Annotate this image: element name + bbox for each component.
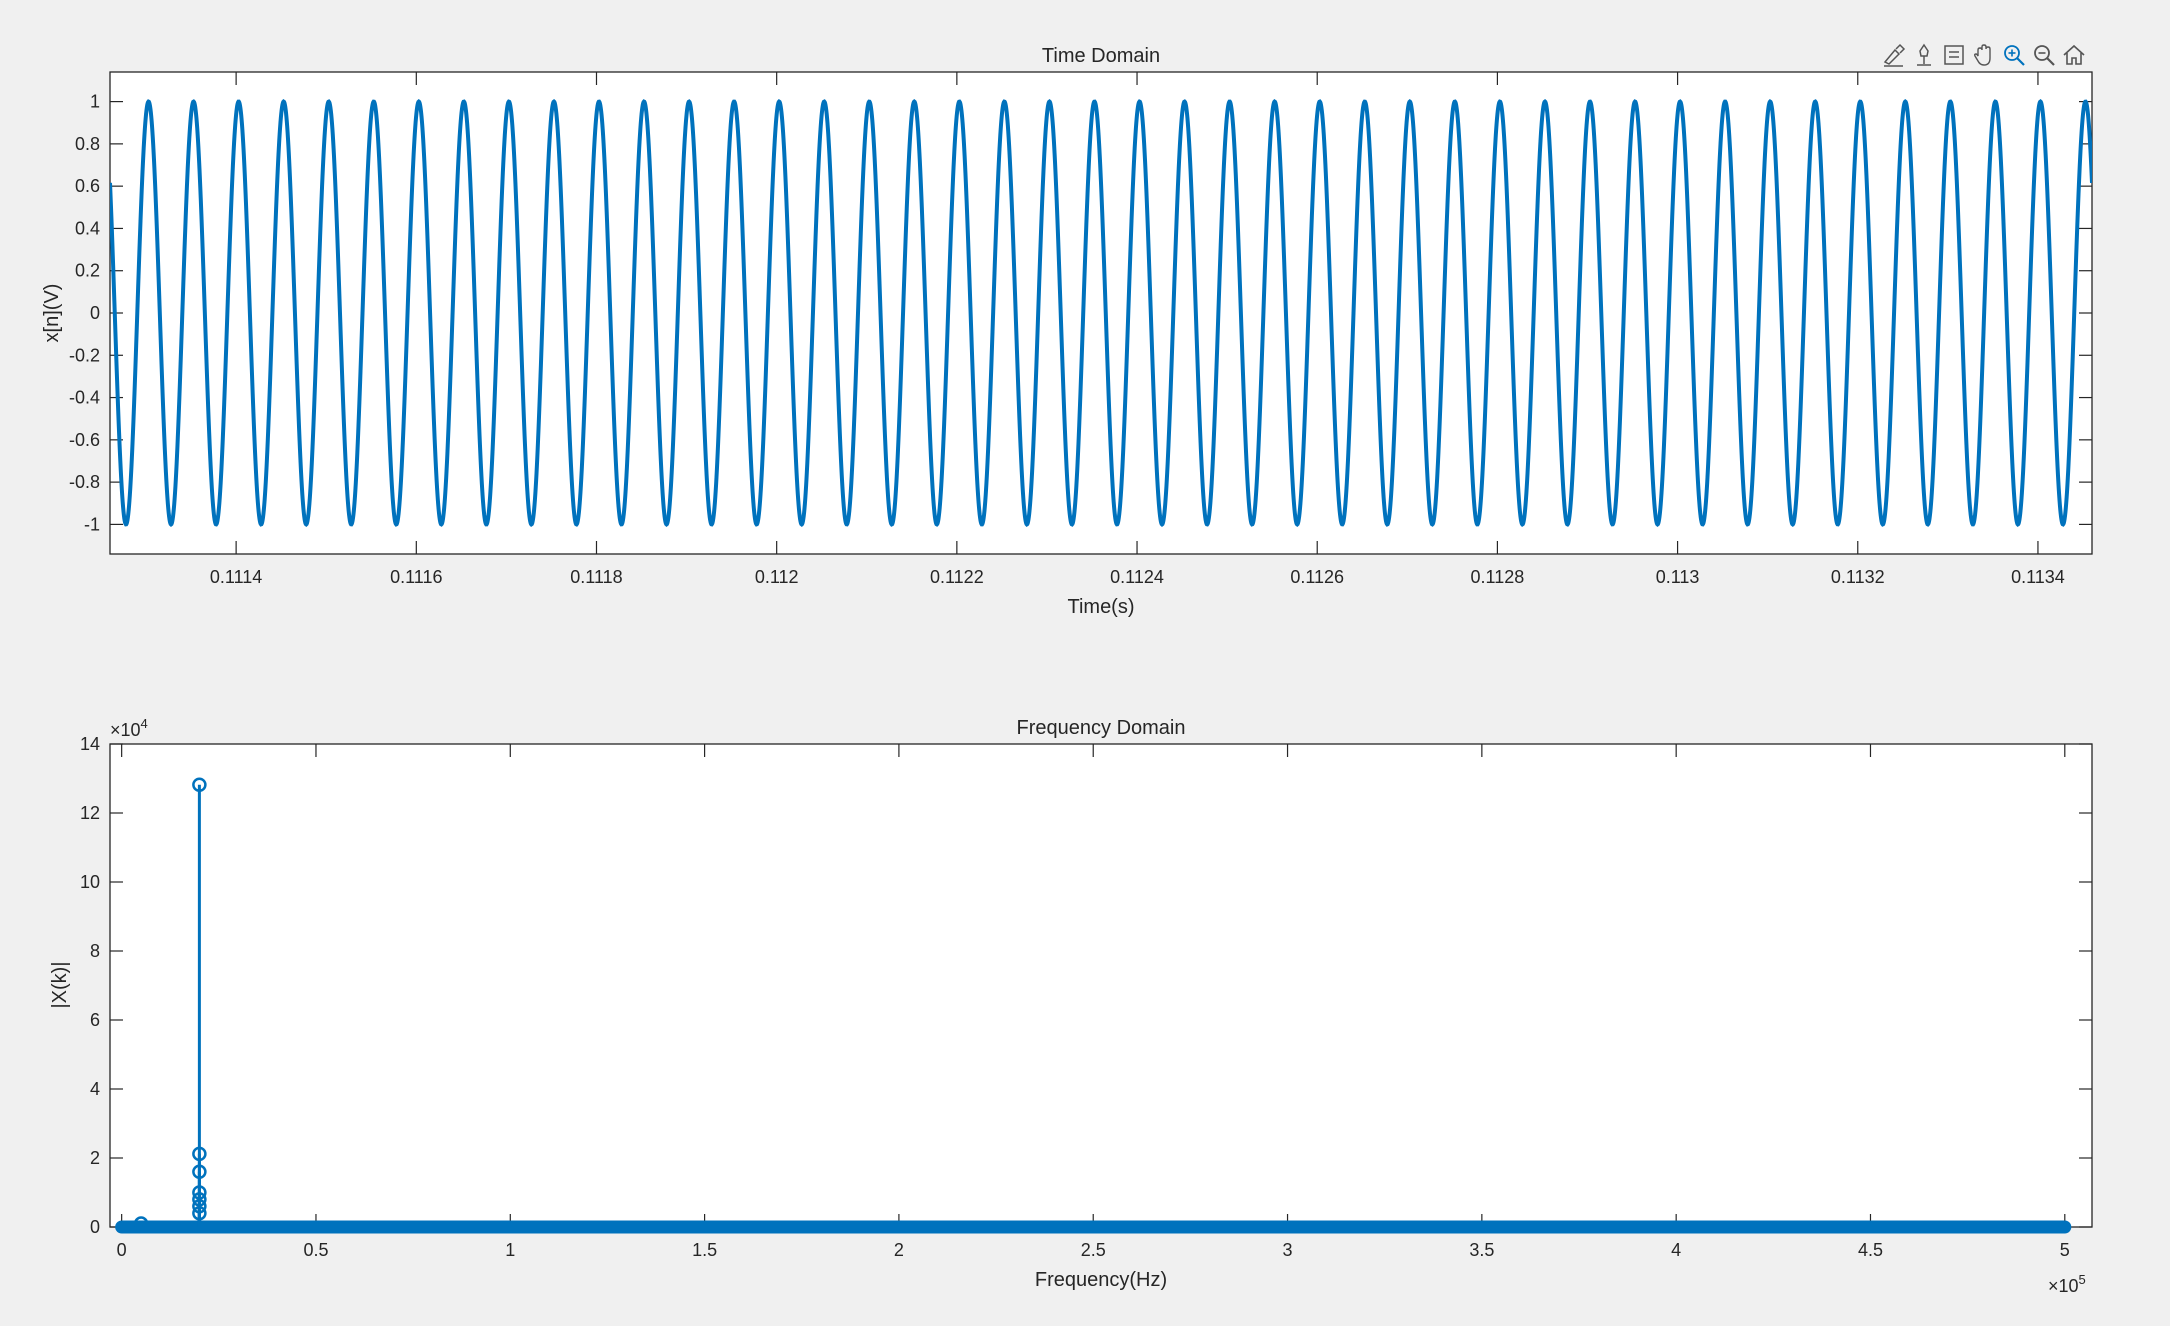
zoom-in-icon <box>2004 45 2025 66</box>
pin-icon <box>1917 43 1931 66</box>
restore-view-button[interactable] <box>2060 40 2088 70</box>
time-y-tick-label: 0 <box>90 303 100 323</box>
time-x-tick-label: 0.1126 <box>1290 567 1344 587</box>
time-y-tick-label: -1 <box>84 514 100 534</box>
freq-x-tick-label: 3.5 <box>1469 1240 1494 1260</box>
time-x-tick-label: 0.1116 <box>390 567 442 587</box>
frequency-y-axis-label: |X(k)| <box>49 961 71 1008</box>
brush-icon <box>1883 43 1906 67</box>
freq-y-tick-label: 12 <box>80 803 100 823</box>
time-y-tick-label: -0.6 <box>69 430 100 450</box>
frequency-domain-axes: 0 0.5 1 1.5 2 2.5 3 3.5 4 4.5 5 0 2 4 6 8 10 12 14 Frequen… <box>49 716 2093 1296</box>
pan-button[interactable] <box>1970 40 1998 70</box>
freq-x-tick-label: 3 <box>1283 1240 1293 1260</box>
time-y-tick-label: 0.6 <box>75 176 100 196</box>
legend-icon <box>1944 45 1964 65</box>
freq-x-tick-label: 0.5 <box>303 1240 328 1260</box>
legend-button[interactable] <box>1940 40 1968 70</box>
frequency-plot-area[interactable] <box>109 743 2093 1228</box>
time-domain-axes: 0.1114 0.1116 0.1118 0.112 0.1122 0.1124 0.112… <box>41 45 2093 618</box>
time-x-tick-label: 0.1134 <box>2011 567 2065 587</box>
freq-y-tick-label: 6 <box>90 1010 100 1030</box>
time-chart-title: Time Domain <box>1042 45 1160 67</box>
frequency-x-axis-label: Frequency(Hz) <box>1035 1269 1167 1291</box>
brush-button[interactable] <box>1880 40 1908 70</box>
freq-x-tick-label: 2.5 <box>1081 1240 1106 1260</box>
time-x-axis-label: Time(s) <box>1067 596 1134 618</box>
y-axis-exponent-label: ×104 <box>110 716 148 740</box>
time-y-tick-label: 0.8 <box>75 134 100 154</box>
freq-x-tick-label: 4 <box>1671 1240 1681 1260</box>
x-axis-exponent-label: ×105 <box>2048 1272 2086 1296</box>
home-icon <box>2063 44 2085 65</box>
freq-x-tick-label: 2 <box>894 1240 904 1260</box>
zoom-in-button[interactable] <box>2000 40 2028 70</box>
time-x-tick-label: 0.1122 <box>930 567 984 587</box>
time-y-tick-label: -0.2 <box>69 345 100 365</box>
time-x-tick-label: 0.113 <box>1656 567 1700 587</box>
time-y-tick-label: 0.2 <box>75 261 100 281</box>
time-y-tick-label: 0.4 <box>75 218 100 238</box>
zoom-out-icon <box>2034 45 2055 66</box>
zoom-out-button[interactable] <box>2030 40 2058 70</box>
time-x-tick-label: 0.1118 <box>570 567 622 587</box>
freq-y-tick-label: 2 <box>90 1148 100 1168</box>
frequency-chart-title: Frequency Domain <box>1017 717 1186 739</box>
freq-y-tick-label: 10 <box>80 872 100 892</box>
freq-x-tick-label: 4.5 <box>1858 1240 1883 1260</box>
time-y-tick-label: -0.4 <box>69 388 100 408</box>
freq-y-tick-label: 4 <box>90 1079 100 1099</box>
time-y-tick-label: -0.8 <box>69 472 100 492</box>
data-tips-button[interactable] <box>1910 40 1938 70</box>
time-x-tick-label: 0.1114 <box>210 567 262 587</box>
freq-x-tick-label: 5 <box>2060 1240 2070 1260</box>
freq-y-tick-label: 14 <box>80 734 100 754</box>
pan-icon <box>1973 44 1991 66</box>
freq-x-tick-label: 1.5 <box>692 1240 717 1260</box>
axes-toolbar <box>1880 38 2088 72</box>
freq-x-tick-label: 1 <box>505 1240 515 1260</box>
time-y-tick-label: 1 <box>90 92 100 112</box>
time-x-tick-label: 0.112 <box>755 567 799 587</box>
freq-y-tick-label: 8 <box>90 941 100 961</box>
time-x-tick-label: 0.1132 <box>1831 567 1885 587</box>
time-x-tick-label: 0.1128 <box>1471 567 1525 587</box>
freq-x-tick-label: 0 <box>117 1240 127 1260</box>
figure-canvas: 0.1114 0.1116 0.1118 0.112 0.1122 0.1124 0.112… <box>41 45 2093 1296</box>
time-y-axis-label: x[n](V) <box>41 284 63 343</box>
freq-y-tick-label: 0 <box>90 1217 100 1237</box>
time-x-tick-label: 0.1124 <box>1110 567 1164 587</box>
